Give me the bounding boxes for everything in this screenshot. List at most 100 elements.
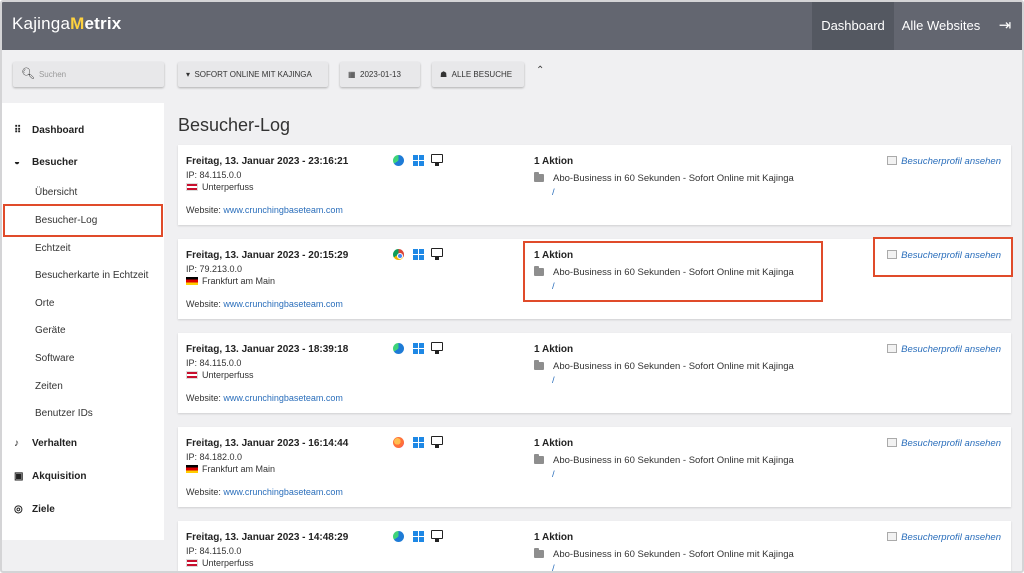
sidebar-item-dashboard[interactable]: ⠿ Dashboard — [14, 125, 84, 136]
visit-page: Abo-Business in 60 Sekunden - Sofort Onl… — [534, 360, 794, 372]
visit-page-path[interactable]: / — [552, 469, 555, 480]
website-label: Website: — [186, 205, 221, 215]
sidebar-item-uebersicht[interactable]: Übersicht — [35, 187, 77, 198]
visit-website: Website: www.crunchingbaseteam.com — [186, 205, 343, 215]
nav-dashboard[interactable]: Dashboard — [812, 2, 894, 50]
flag-icon — [186, 465, 198, 473]
visit-card: Freitag, 13. Januar 2023 - 16:14:44 IP: 8… — [178, 427, 1011, 507]
nav-all-websites[interactable]: Alle Websites — [894, 2, 988, 50]
desktop-icon — [431, 530, 443, 542]
sidebar-item-zeiten[interactable]: Zeiten — [35, 381, 63, 392]
desktop-icon — [431, 342, 443, 354]
sidebar-item-geraete[interactable]: Geräte — [35, 325, 66, 336]
sidebar-item-label: Verhalten — [32, 438, 78, 449]
website-link[interactable]: www.crunchingbaseteam.com — [223, 393, 343, 403]
visit-page-path[interactable]: / — [552, 563, 555, 571]
sidebar-item-software[interactable]: Software — [35, 353, 74, 364]
sidebar-item-orte[interactable]: Orte — [35, 298, 54, 309]
site-selector-label: SOFORT ONLINE MIT KAJINGA — [194, 70, 312, 79]
visit-datetime: Freitag, 13. Januar 2023 - 23:16:21 — [186, 156, 349, 167]
segment-selector-button[interactable]: ☗ ALLE BESUCHE — [432, 62, 524, 87]
sidebar: ⠿ Dashboard ◒ Besucher Übersicht Besucher-… — [2, 103, 164, 540]
profile-image-icon — [887, 344, 898, 353]
chevron-down-icon: ▾ — [186, 70, 191, 79]
flag-icon — [186, 559, 198, 567]
visit-page-title: Abo-Business in 60 Sekunden - Sofort Onl… — [553, 361, 794, 372]
desktop-icon — [431, 154, 443, 166]
app-frame: KajingaMetrix Dashboard Alle Websites ⇥ … — [0, 0, 1024, 573]
sidebar-item-benutzer-ids[interactable]: Benutzer IDs — [35, 408, 93, 419]
profile-image-icon — [887, 532, 898, 541]
edge-browser-icon — [393, 343, 404, 354]
logout-icon[interactable]: ⇥ — [992, 2, 1018, 50]
website-link[interactable]: www.crunchingbaseteam.com — [223, 205, 343, 215]
visit-actions-count: 1 Aktion — [534, 438, 574, 449]
visit-page: Abo-Business in 60 Sekunden - Sofort Onl… — [534, 548, 794, 560]
visit-city: Frankfurt am Main — [202, 276, 276, 286]
sidebar-item-besucher[interactable]: ◒ Besucher — [14, 157, 78, 168]
windows-icon — [413, 343, 424, 354]
target-icon: ◎ — [14, 504, 23, 515]
folder-icon — [534, 172, 544, 182]
sidebar-item-label: Ziele — [32, 504, 55, 515]
visitor-profile-link[interactable]: Besucherprofil ansehen — [887, 344, 1001, 355]
search-icon: 🔍︎ — [21, 68, 35, 80]
windows-icon — [413, 531, 424, 542]
visit-city: Unterperfuss — [202, 558, 254, 568]
date-selector-button[interactable]: ▦ 2023-01-13 — [340, 62, 420, 87]
profile-link-highlight — [873, 237, 1013, 277]
visit-page-path[interactable]: / — [552, 375, 555, 386]
visit-datetime: Freitag, 13. Januar 2023 - 14:48:29 — [186, 532, 349, 543]
sidebar-item-besucherkarte[interactable]: Besucherkarte in Echtzeit — [35, 270, 148, 281]
desktop-icon — [431, 436, 443, 448]
windows-icon — [413, 437, 424, 448]
chrome-browser-icon — [393, 249, 404, 260]
website-label: Website: — [186, 487, 221, 497]
sidebar-item-label: Akquisition — [32, 471, 87, 482]
visit-card: Freitag, 13. Januar 2023 - 23:16:21 IP: 8… — [178, 145, 1011, 225]
folder-icon — [534, 360, 544, 370]
visit-website: Website: www.crunchingbaseteam.com — [186, 393, 343, 403]
visit-ip: IP: 79.213.0.0 — [186, 264, 243, 274]
visitor-profile-link[interactable]: Besucherprofil ansehen — [887, 532, 1001, 543]
visit-page-title: Abo-Business in 60 Sekunden - Sofort Onl… — [553, 173, 794, 184]
sidebar-item-label: Dashboard — [32, 125, 85, 136]
active-item-highlight — [3, 204, 163, 237]
sidebar-item-ziele[interactable]: ◎ Ziele — [14, 504, 55, 515]
visitor-profile-label: Besucherprofil ansehen — [901, 532, 1001, 543]
visit-page-title: Abo-Business in 60 Sekunden - Sofort Onl… — [553, 455, 794, 466]
folder-icon — [534, 454, 544, 464]
visit-page: Abo-Business in 60 Sekunden - Sofort Onl… — [534, 172, 794, 184]
website-link[interactable]: www.crunchingbaseteam.com — [223, 299, 343, 309]
visit-card: Freitag, 13. Januar 2023 - 18:39:18 IP: 8… — [178, 333, 1011, 413]
visit-city: Frankfurt am Main — [202, 464, 276, 474]
desktop-icon — [431, 248, 443, 260]
profile-image-icon — [887, 438, 898, 447]
visitor-profile-link[interactable]: Besucherprofil ansehen — [887, 156, 1001, 167]
visit-actions-count: 1 Aktion — [534, 344, 574, 355]
logo-m: M — [70, 14, 85, 33]
site-selector-button[interactable]: ▾ SOFORT ONLINE MIT KAJINGA — [178, 62, 328, 87]
logo[interactable]: KajingaMetrix — [12, 14, 121, 34]
windows-icon — [413, 249, 424, 260]
sidebar-item-verhalten[interactable]: ♪ Verhalten — [14, 438, 77, 449]
visitor-profile-link[interactable]: Besucherprofil ansehen — [887, 438, 1001, 449]
visit-datetime: Freitag, 13. Januar 2023 - 18:39:18 — [186, 344, 349, 355]
chevron-up-icon[interactable]: ⌃ — [536, 65, 544, 76]
flag-icon — [186, 277, 198, 285]
visit-datetime: Freitag, 13. Januar 2023 - 20:15:29 — [186, 250, 349, 261]
visit-location: Unterperfuss — [186, 182, 254, 192]
flag-icon — [186, 183, 198, 191]
profile-image-icon — [887, 156, 898, 165]
calendar-icon: ▦ — [348, 70, 356, 79]
search-placeholder: Suchen — [38, 70, 67, 79]
actions-highlight — [523, 241, 823, 302]
sidebar-item-echtzeit[interactable]: Echtzeit — [35, 243, 71, 254]
website-link[interactable]: www.crunchingbaseteam.com — [223, 487, 343, 497]
page-title: Besucher-Log — [178, 115, 291, 135]
visit-page: Abo-Business in 60 Sekunden - Sofort Onl… — [534, 454, 794, 466]
search-input[interactable]: 🔍︎ Suchen — [13, 62, 164, 87]
visit-page-path[interactable]: / — [552, 187, 555, 198]
sidebar-item-akquisition[interactable]: ▣ Akquisition — [14, 471, 86, 482]
visitor-profile-label: Besucherprofil ansehen — [901, 438, 1001, 449]
